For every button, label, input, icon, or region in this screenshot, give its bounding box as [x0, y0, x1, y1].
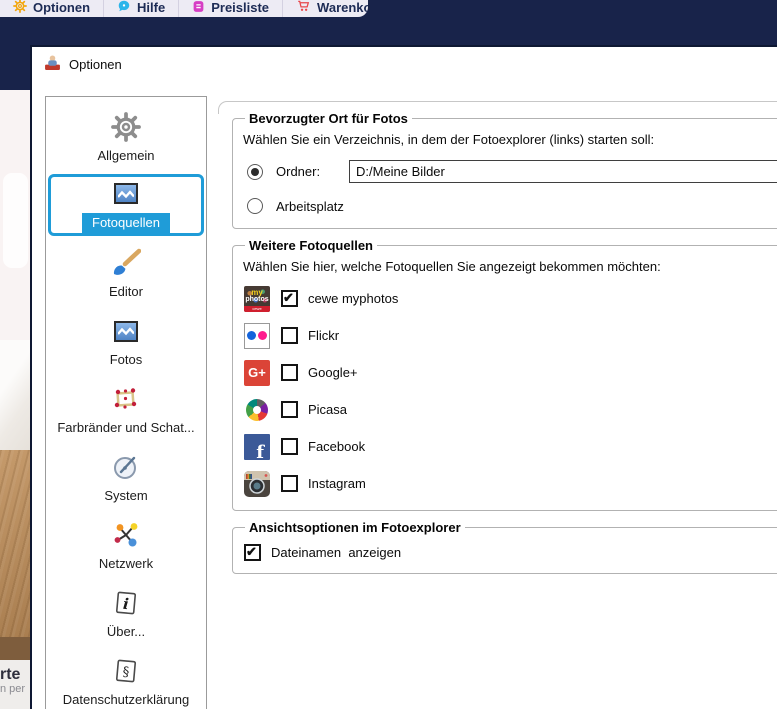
group-view-options: Ansichtsoptionen im Fotoexplorer Dateina…: [232, 520, 777, 574]
radio-row-folder: Ordner:: [247, 160, 777, 183]
photo-source-row-cewe-myphotos: myphotoscewe cewe myphotos: [244, 280, 777, 317]
dialog-titlebar: Optionen: [44, 54, 122, 74]
instagram-icon: [244, 470, 270, 497]
googleplus-icon: G+: [244, 359, 270, 386]
background-heading-fragment: rte: [0, 666, 21, 683]
group-title: Weitere Fotoquellen: [249, 238, 373, 253]
photo-source-row-picasa: Picasa: [244, 391, 777, 428]
photo-source-label: cewe myphotos: [308, 291, 399, 306]
group-description: Wählen Sie ein Verzeichnis, in dem der F…: [243, 132, 655, 147]
sidebar-item-allgemein[interactable]: Allgemein: [46, 103, 206, 171]
svg-text:§: §: [122, 664, 130, 680]
picasa-icon: [244, 396, 270, 423]
folder-radio-label: Ordner:: [276, 164, 321, 179]
cart-icon: [296, 0, 311, 16]
background-wood-table: [0, 450, 30, 637]
photo-icon: [114, 178, 138, 210]
flickr-icon: [244, 322, 270, 349]
background-caption: rte n per: [0, 660, 30, 709]
sidebar-item-label: Editor: [109, 284, 143, 299]
sidebar-item-label: Über...: [106, 624, 146, 639]
screen: Optionen Hilfe Preisliste Warenkorb rte …: [0, 0, 777, 709]
sidebar-item-datenschutzerkl-rung[interactable]: § Datenschutzerklärung: [46, 647, 206, 709]
view-option-label: Dateinamen anzeigen: [271, 544, 402, 560]
photo-source-row-facebook: Facebook: [244, 428, 777, 465]
checkbox-instagram[interactable]: [281, 475, 298, 492]
sidebar-item-label: Fotoquellen: [82, 212, 170, 233]
network-icon: [112, 519, 140, 551]
background-card: [3, 173, 28, 268]
photo-source-label: Flickr: [308, 328, 340, 343]
sidebar-item-netzwerk[interactable]: Netzwerk: [46, 511, 206, 579]
photo-source-row-google+: G+ Google+: [244, 354, 777, 391]
folder-path-input[interactable]: [349, 160, 777, 183]
gear-orange-icon: [13, 0, 27, 16]
toolbar-button-optionen[interactable]: Optionen: [0, 0, 105, 17]
photo-source-label: Google+: [308, 365, 358, 380]
pricelist-icon: [192, 0, 205, 16]
sidebar-item-label: Farbränder und Schat...: [57, 420, 195, 435]
checkbox-google+[interactable]: [281, 364, 298, 381]
background-photo: [0, 340, 30, 450]
sidebar-item-label: Datenschutzerklärung: [62, 692, 190, 707]
photo-source-row-flickr: Flickr: [244, 317, 777, 354]
sidebar-item-ber[interactable]: i Über...: [46, 579, 206, 647]
photo-source-label: Facebook: [308, 439, 366, 454]
help-bubble-icon: [117, 0, 131, 16]
sidebar-item-label: Fotos: [109, 352, 143, 367]
sidebar-item-farbr-nder-und-schat[interactable]: Farbränder und Schat...: [46, 375, 206, 443]
cewe-myphotos-icon: my photos cewe: [244, 285, 270, 312]
toolbar-button-label: Optionen: [33, 0, 91, 15]
sidebar-item-fotos[interactable]: Fotos: [46, 307, 206, 375]
toolbar-button-label: Preisliste: [211, 0, 270, 15]
toolbar-button-warenkorb[interactable]: Warenkorb: [283, 0, 368, 17]
group-title: Ansichtsoptionen im Fotoexplorer: [249, 520, 461, 535]
toolbar-button-label: Hilfe: [137, 0, 166, 15]
facebook-icon: [244, 433, 270, 463]
photo-source-list: myphotoscewe cewe myphotos Flickr G+ Goo…: [243, 280, 777, 502]
photo-source-label: Instagram: [308, 476, 366, 491]
main-content: Bevorzugter Ort für Fotos Wählen Sie ein…: [232, 111, 777, 709]
gauge-icon: [112, 451, 140, 483]
view-option-row: Dateinamen anzeigen: [244, 539, 777, 565]
options-dialog-icon: [44, 54, 61, 74]
group-description: Wählen Sie hier, welche Fotoquellen Sie …: [243, 259, 661, 274]
dialog-title: Optionen: [69, 56, 122, 72]
sidebar: Allgemein Fotoquellen Editor Fotos Farbr…: [45, 96, 207, 709]
checkbox-picasa[interactable]: [281, 401, 298, 418]
checkbox-flickr[interactable]: [281, 327, 298, 344]
background-subtext-fragment: n per: [0, 683, 26, 695]
photo-source-row-instagram: Instagram: [244, 465, 777, 502]
toolbar-button-hilfe[interactable]: Hilfe: [104, 0, 180, 17]
sidebar-item-label: Allgemein: [97, 148, 155, 163]
photo-source-label: Picasa: [308, 402, 348, 417]
checkbox-dateinamen-anzeigen[interactable]: [244, 543, 261, 561]
sidebar-item-label: Netzwerk: [98, 556, 154, 571]
workspace-radio[interactable]: [247, 198, 263, 214]
checkbox-cewe-myphotos[interactable]: [281, 290, 298, 307]
brush-icon: [111, 247, 141, 279]
radio-row-workspace: Arbeitsplatz: [247, 198, 777, 214]
sidebar-item-editor[interactable]: Editor: [46, 239, 206, 307]
toolbar-button-label: Warenkorb: [317, 0, 368, 15]
checkbox-facebook[interactable]: [281, 438, 298, 455]
info-page-icon: i: [114, 587, 138, 619]
photo-icon: [114, 315, 138, 347]
background-app-strip: rte n per: [0, 90, 30, 709]
gear-icon: [111, 111, 141, 143]
folder-radio[interactable]: [247, 163, 263, 180]
toolbar-button-preisliste[interactable]: Preisliste: [179, 0, 284, 17]
group-title: Bevorzugter Ort für Fotos: [249, 111, 408, 126]
workspace-radio-label: Arbeitsplatz: [276, 198, 344, 214]
sidebar-item-system[interactable]: System: [46, 443, 206, 511]
sidebar-item-label: System: [104, 488, 148, 503]
selection-frame-icon: [112, 383, 140, 415]
group-photo-sources: Weitere Fotoquellen Wählen Sie hier, wel…: [232, 238, 777, 511]
background-wood-edge: [0, 637, 30, 660]
app-toolbar: Optionen Hilfe Preisliste Warenkorb: [0, 0, 368, 17]
options-dialog: Optionen Allgemein Fotoquellen Editor Fo…: [30, 45, 777, 709]
group-preferred-location: Bevorzugter Ort für Fotos Wählen Sie ein…: [232, 111, 777, 229]
sidebar-item-fotoquellen[interactable]: Fotoquellen: [48, 174, 204, 236]
paragraph-page-icon: §: [114, 655, 138, 687]
